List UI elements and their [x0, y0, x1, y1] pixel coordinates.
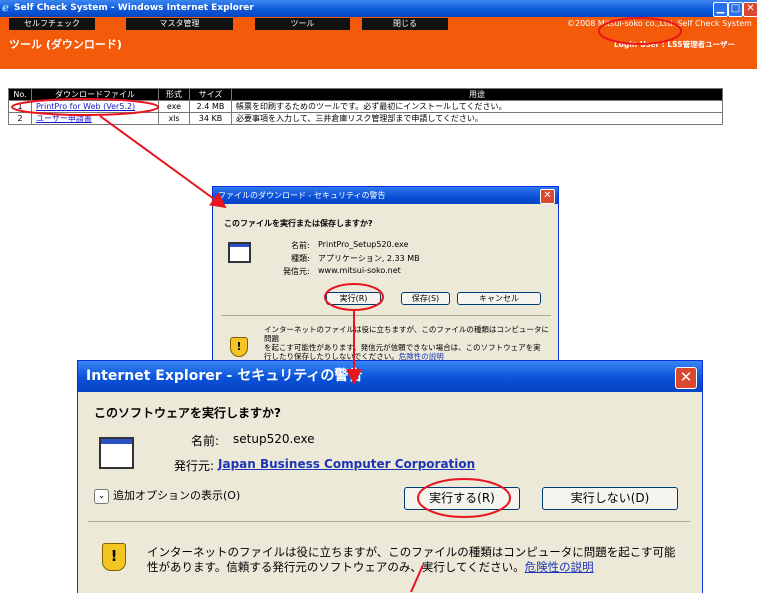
- col-header-use: 用途: [231, 88, 723, 101]
- download-question: このファイルを実行または保存しますか?: [224, 219, 373, 228]
- dont-run-button[interactable]: 実行しない(D): [542, 487, 678, 510]
- user-application-link[interactable]: ユーザー申請書: [36, 114, 92, 123]
- more-options-toggle[interactable]: ⌄ 追加オプションの表示(O): [94, 487, 240, 504]
- download-dialog-title-bar[interactable]: ファイルのダウンロード - セキュリティの警告 ✕: [213, 187, 558, 204]
- shield-warning-icon: !: [230, 337, 248, 357]
- run-software-button[interactable]: 実行する(R): [404, 487, 520, 510]
- row-size: 34 KB: [189, 112, 232, 125]
- nav-self-check[interactable]: セルフチェック: [9, 18, 95, 30]
- type-label: 種類:: [291, 254, 310, 263]
- row-file: PrintPro for Web (Ver5.2): [31, 100, 159, 113]
- download-warning-text: インターネットのファイルは役に立ちますが、このファイルの種類はコンピュータに問題…: [264, 325, 554, 361]
- download-table: No. ダウンロードファイル 形式 サイズ 用途 1 PrintPro for …: [8, 88, 723, 125]
- site-header: セルフチェック マスタ管理 ツール 閉じる ©2008 Mitsui-soko …: [0, 17, 757, 69]
- warning-line-1: インターネットのファイルは役に立ちますが、このファイルの種類はコンピュータに問題: [264, 325, 549, 343]
- col-header-file: ダウンロードファイル: [31, 88, 159, 101]
- ie-logo-icon: ℯ: [2, 1, 9, 14]
- security-warning-body: インターネットのファイルは役に立ちますが、このファイルの種類はコンピュータに問題…: [147, 545, 676, 574]
- type-value: アプリケーション, 2.33 MB: [318, 254, 420, 263]
- col-header-no: No.: [8, 88, 32, 101]
- publisher-label: 発行元:: [174, 459, 215, 473]
- name-label: 名前:: [291, 241, 310, 250]
- table-header-row: No. ダウンロードファイル 形式 サイズ 用途: [8, 88, 723, 101]
- from-label: 発信元:: [283, 267, 310, 276]
- row-no: 2: [8, 112, 32, 125]
- divider: [88, 521, 690, 522]
- more-options-label: 追加オプションの表示(O): [113, 489, 241, 502]
- application-icon: [228, 242, 251, 263]
- warning-line-2: を起こす可能性があります。発信元が信頼できない場合は、このソフトウェアを実: [264, 343, 541, 352]
- close-icon[interactable]: ✕: [540, 189, 555, 204]
- ie-title-bar[interactable]: ℯ Self Check System - Windows Internet E…: [0, 0, 757, 17]
- close-icon[interactable]: ✕: [675, 367, 697, 389]
- window-title: Self Check System - Windows Internet Exp…: [14, 3, 254, 13]
- name-value: setup520.exe: [233, 432, 315, 446]
- save-button[interactable]: 保存(S): [401, 292, 450, 305]
- application-icon: [99, 437, 134, 469]
- row-no: 1: [8, 100, 32, 113]
- site-nav: セルフチェック マスタ管理 ツール 閉じる ©2008 Mitsui-soko …: [0, 17, 757, 31]
- ie-security-dialog: Internet Explorer - セキュリティの警告 ✕ このソフトウェア…: [77, 360, 703, 593]
- chevron-down-icon: ⌄: [94, 488, 109, 504]
- row-type: xls: [158, 112, 190, 125]
- copyright-text: ©2008 Mitsui-soko co.,Ltd. Self Check Sy…: [567, 19, 752, 28]
- page-title: ツール (ダウンロード): [9, 38, 122, 51]
- nav-close[interactable]: 閉じる: [362, 18, 448, 30]
- run-button[interactable]: 実行(R): [326, 292, 381, 305]
- row-use: 帳票を印刷するためのツールです。必ず最初にインストールしてください。: [231, 100, 723, 113]
- risk-explanation-link[interactable]: 危険性の説明: [525, 560, 594, 574]
- row-file: ユーザー申請書: [31, 112, 159, 125]
- table-row: 1 PrintPro for Web (Ver5.2) exe 2.4 MB 帳…: [8, 100, 723, 113]
- divider: [221, 315, 551, 316]
- close-icon[interactable]: ✕: [743, 2, 757, 17]
- security-dialog-title: Internet Explorer - セキュリティの警告: [86, 368, 363, 384]
- cancel-button[interactable]: キャンセル: [457, 292, 541, 305]
- nav-tools[interactable]: ツール: [255, 18, 350, 30]
- download-dialog-title: ファイルのダウンロード - セキュリティの警告: [218, 191, 386, 200]
- publisher-link[interactable]: Japan Business Computer Corporation: [218, 457, 475, 471]
- maximize-icon[interactable]: □: [728, 2, 743, 17]
- file-download-dialog: ファイルのダウンロード - セキュリティの警告 ✕ このファイルを実行または保存…: [212, 186, 559, 363]
- security-question: このソフトウェアを実行しますか?: [94, 406, 281, 420]
- col-header-size: サイズ: [189, 88, 232, 101]
- name-value: PrintPro_Setup520.exe: [318, 240, 409, 249]
- nav-master-management[interactable]: マスタ管理: [126, 18, 233, 30]
- minimize-icon[interactable]: ▁: [713, 2, 728, 17]
- shield-warning-icon: !: [102, 543, 126, 571]
- table-row: 2 ユーザー申請書 xls 34 KB 必要事項を入力して、三井倉庫リスク管理部…: [8, 112, 723, 125]
- security-warning-text: インターネットのファイルは役に立ちますが、このファイルの種類はコンピュータに問題…: [147, 545, 687, 575]
- name-label: 名前:: [191, 434, 220, 448]
- col-header-type: 形式: [158, 88, 190, 101]
- printpro-download-link[interactable]: PrintPro for Web (Ver5.2): [36, 102, 135, 111]
- row-use: 必要事項を入力して、三井倉庫リスク管理部まで申請してください。: [231, 112, 723, 125]
- from-value: www.mitsui-soko.net: [318, 266, 401, 275]
- security-dialog-title-bar[interactable]: Internet Explorer - セキュリティの警告 ✕: [78, 361, 702, 392]
- row-type: exe: [158, 100, 190, 113]
- row-size: 2.4 MB: [189, 100, 232, 113]
- login-user: Login User : LSS管理者ユーザー: [614, 40, 735, 49]
